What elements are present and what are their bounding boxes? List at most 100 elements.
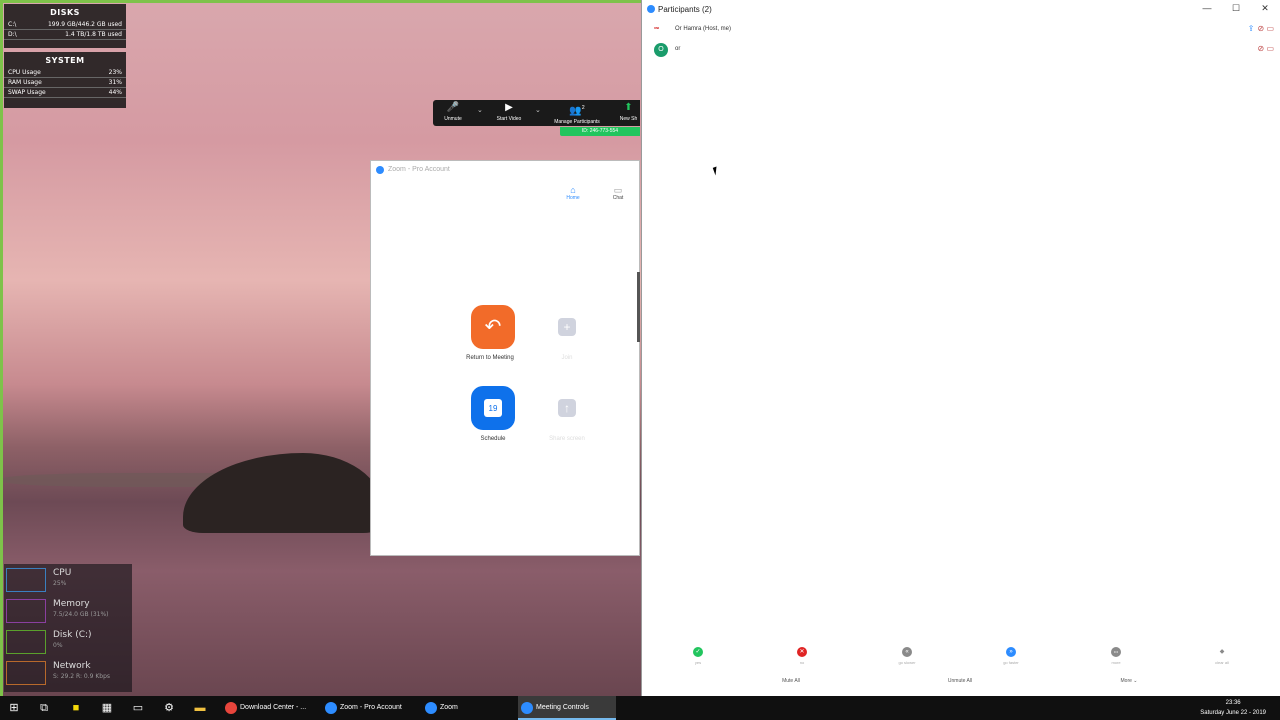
return-arrow-icon: ↶: [484, 316, 502, 338]
reaction-label: go slower: [898, 660, 916, 665]
system-value: 31%: [108, 79, 122, 86]
rewind-icon: «: [902, 647, 912, 657]
join-label: Join: [561, 355, 573, 361]
reaction-label: go faster: [1003, 660, 1019, 665]
taskbar-clock[interactable]: 23:36 Saturday June 22 - 2019: [1200, 698, 1266, 718]
share-icon: ⇪: [1247, 24, 1255, 33]
tab-chat-label: Chat: [612, 195, 624, 201]
taskbar-app-zoom-pro[interactable]: Zoom - Pro Account: [322, 696, 418, 720]
perf-memory: Memory 7.5/24.0 GB (31%): [6, 597, 130, 625]
perf-network: Network S: 29.2 R: 0.9 Kbps: [6, 659, 130, 687]
terminal-icon[interactable]: ▭: [130, 700, 146, 716]
participant-status-icons: ⊘ ▭: [1258, 44, 1275, 53]
system-label: CPU Usage: [8, 69, 41, 76]
disk-graph: [6, 630, 46, 654]
video-off-icon[interactable]: ▭: [1266, 44, 1274, 53]
home-icon: ⌂: [570, 185, 576, 195]
disk-value: 1.4 TB/1.8 TB used: [65, 31, 122, 38]
perf-cpu: CPU 25%: [6, 566, 130, 594]
zoom-icon: [521, 702, 533, 714]
manage-participants-button[interactable]: 👥2 Manage Participants: [549, 102, 605, 125]
reaction-label: more: [1111, 660, 1121, 665]
taskbar-app-zoom[interactable]: Zoom: [422, 696, 514, 720]
schedule-button[interactable]: 19: [471, 386, 515, 430]
perf-name: Disk (C:): [53, 630, 92, 640]
participant-name: or: [675, 46, 681, 52]
join-button[interactable]: +: [558, 318, 576, 336]
zoom-logo-icon: [376, 166, 384, 174]
system-row: SWAP Usage 44%: [4, 88, 126, 98]
file-explorer-icon[interactable]: ▬: [192, 700, 208, 716]
video-options-chevron-icon[interactable]: ⌄: [535, 106, 541, 114]
new-share-button[interactable]: ⬆ New Sh: [617, 102, 640, 122]
participant-row[interactable]: UNI Or Hamra (Host, me) ⇪ ⊘ ▭: [654, 22, 1274, 38]
tab-home[interactable]: ⌂ Home: [561, 185, 585, 201]
taskbar-app-label: Zoom - Pro Account: [340, 704, 402, 711]
zoom-icon: [425, 702, 437, 714]
video-off-icon[interactable]: ▭: [1266, 24, 1274, 33]
windows-start-icon[interactable]: ⊞: [6, 700, 22, 716]
calculator-icon[interactable]: ▦: [99, 700, 115, 716]
reaction-go-slower[interactable]: « go slower: [877, 644, 937, 665]
system-title: SYSTEM: [45, 56, 85, 65]
reaction-yes[interactable]: ✓ yes: [668, 644, 728, 665]
clear-icon: ◆: [1219, 649, 1225, 655]
disk-row: C:\ 199.9 GB/446.2 GB used: [4, 20, 126, 30]
taskbar-app-label: Zoom: [440, 704, 458, 711]
system-value: 23%: [108, 69, 122, 76]
perf-name: Memory: [53, 599, 90, 609]
video-off-icon: ▶: [505, 102, 513, 113]
maximize-button[interactable]: ☐: [1229, 3, 1243, 14]
disk-label: C:\: [8, 21, 17, 28]
memory-graph: [6, 599, 46, 623]
calendar-icon: 19: [484, 399, 502, 417]
zoom-window-scrollbar[interactable]: [637, 272, 640, 342]
perf-value: 25%: [53, 580, 67, 587]
share-screen-button[interactable]: ↑: [558, 399, 576, 417]
sticky-notes-icon[interactable]: ■: [68, 700, 84, 716]
disks-title: DISKS: [50, 8, 80, 17]
return-to-meeting-button[interactable]: ↶: [471, 305, 515, 349]
minimize-button[interactable]: —: [1200, 3, 1214, 13]
reaction-clear-all[interactable]: ◆ clear all: [1192, 644, 1252, 665]
reaction-go-faster[interactable]: » go faster: [981, 644, 1041, 665]
perf-value: S: 29.2 R: 0.9 Kbps: [53, 673, 111, 680]
chat-icon: ▭: [613, 185, 623, 195]
reaction-more[interactable]: ••• more: [1086, 644, 1146, 665]
system-label: RAM Usage: [8, 79, 42, 86]
more-button[interactable]: More ⌄: [1089, 678, 1169, 684]
taskbar-app-label: Meeting Controls: [536, 704, 589, 711]
return-to-meeting-label: Return to Meeting: [466, 355, 514, 361]
start-video-button[interactable]: ▶ Start Video: [493, 102, 525, 122]
tab-chat[interactable]: ▭ Chat: [606, 185, 630, 201]
muted-mic-icon[interactable]: ⊘: [1258, 44, 1265, 53]
cross-icon: ✕: [797, 647, 807, 657]
unmute-button[interactable]: 🎤 Unmute: [441, 102, 465, 122]
meeting-id-badge[interactable]: ID: 246-773-554: [560, 127, 640, 136]
zoom-logo-icon: [647, 5, 655, 13]
schedule-label: Schedule: [480, 436, 506, 442]
taskbar-app-meeting-controls[interactable]: Meeting Controls: [518, 696, 616, 720]
unmute-all-button[interactable]: Unmute All: [920, 678, 1000, 684]
cpu-graph: [6, 568, 46, 592]
plus-icon: +: [563, 320, 571, 334]
settings-app-icon[interactable]: ⚙: [161, 700, 177, 716]
muted-mic-icon[interactable]: ⊘: [1258, 24, 1265, 33]
close-button[interactable]: ✕: [1258, 3, 1272, 14]
taskbar-app-chrome[interactable]: Download Center - ...: [222, 696, 318, 720]
reaction-no[interactable]: ✕ no: [772, 644, 832, 665]
fast-forward-icon: »: [1006, 647, 1016, 657]
participant-row[interactable]: O or ⊘ ▭: [654, 42, 1274, 58]
audio-options-chevron-icon[interactable]: ⌄: [477, 106, 483, 114]
tab-home-label: Home: [566, 195, 580, 201]
chrome-icon: [225, 702, 237, 714]
task-view-icon[interactable]: ⧉: [36, 700, 52, 716]
zoom-window-titlebar[interactable]: Zoom - Pro Account: [371, 161, 639, 179]
participant-count: 2: [581, 105, 585, 111]
clock-date: Saturday June 22 - 2019: [1200, 710, 1266, 716]
rock-formation: [183, 453, 383, 533]
taskbar: ⊞ ⧉ ■ ▦ ▭ ⚙ ▬ Download Center - ... Zoom…: [0, 696, 1280, 720]
system-row: CPU Usage 23%: [4, 68, 126, 78]
mute-all-button[interactable]: Mute All: [751, 678, 831, 684]
system-label: SWAP Usage: [8, 89, 46, 96]
